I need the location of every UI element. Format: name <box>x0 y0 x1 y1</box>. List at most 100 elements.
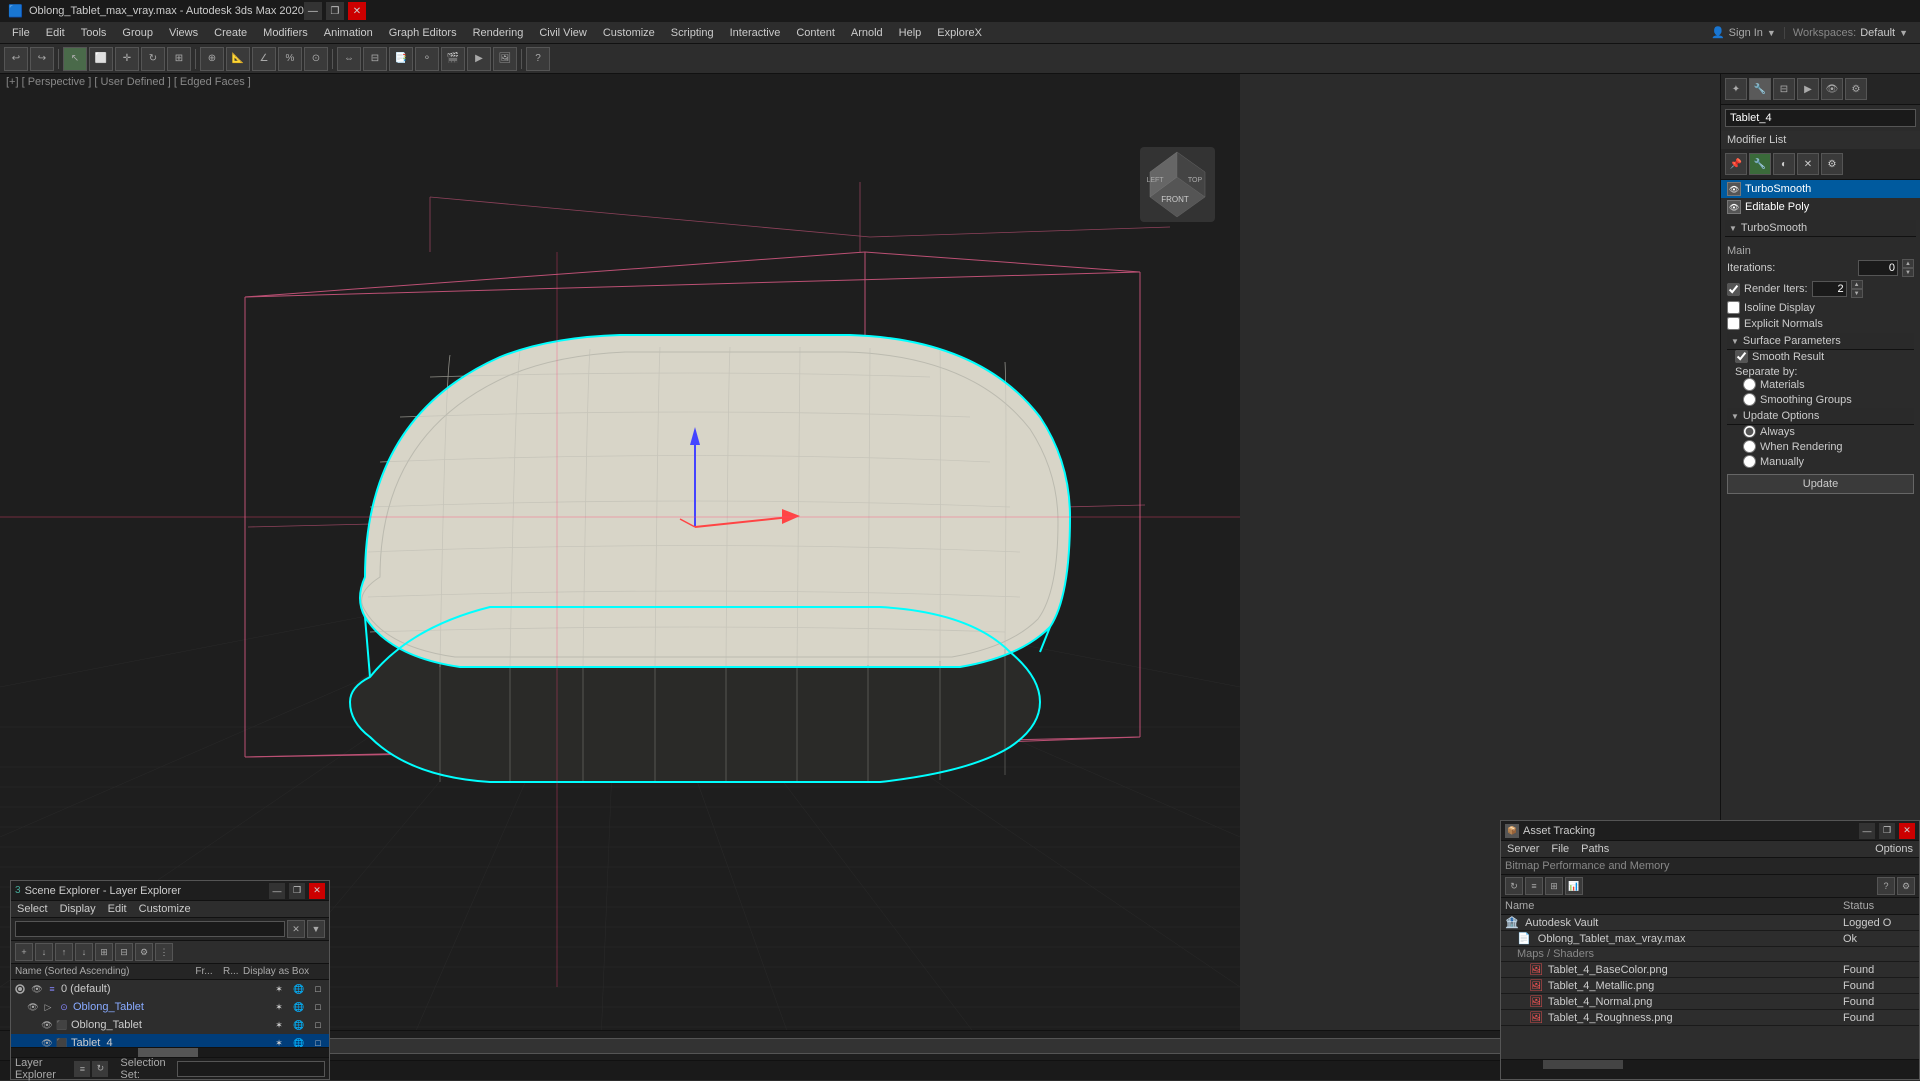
le-display-menu[interactable]: Display <box>54 902 102 916</box>
menu-customize[interactable]: Customize <box>595 25 663 41</box>
menu-group[interactable]: Group <box>114 25 161 41</box>
redo-button[interactable]: ↪ <box>30 47 54 71</box>
editable-poly-modifier[interactable]: 👁 Editable Poly <box>1721 198 1920 216</box>
when-rendering-radio[interactable] <box>1743 440 1756 453</box>
le-more-btn[interactable]: ⋮ <box>155 943 173 961</box>
workspaces-value[interactable]: Default <box>1860 27 1895 39</box>
signin-button[interactable]: Sign In <box>1729 27 1763 39</box>
menu-graph-editors[interactable]: Graph Editors <box>381 25 465 41</box>
layer-oblong-tablet-mesh[interactable]: 👁 ⬛ Oblong_Tablet ✶ 🌐 □ <box>11 1016 329 1034</box>
layer-view-btn[interactable]: ≡ <box>74 1061 90 1077</box>
menu-interactive[interactable]: Interactive <box>722 25 789 41</box>
col-name-header[interactable]: Name <box>1501 898 1839 915</box>
at-settings-btn[interactable]: ⚙ <box>1897 877 1915 895</box>
le-edit-menu[interactable]: Edit <box>102 902 133 916</box>
restore-button[interactable]: ❐ <box>326 2 344 20</box>
smooth-result-checkbox[interactable] <box>1735 350 1748 363</box>
layer-visibility[interactable]: 👁 <box>39 1020 55 1031</box>
asset-basecolor-row[interactable]: 🖼 Tablet_4_BaseColor.png Found <box>1501 962 1919 978</box>
layer-scrollbar-h[interactable] <box>11 1047 329 1057</box>
asset-vault-row[interactable]: 🏦 Autodesk Vault Logged O <box>1501 915 1919 931</box>
explicit-normals-checkbox[interactable] <box>1727 317 1740 330</box>
asset-maps-group-row[interactable]: Maps / Shaders <box>1501 947 1919 962</box>
layer-visibility[interactable]: 👁 <box>39 1038 55 1048</box>
menu-explorex[interactable]: ExploreX <box>929 25 990 41</box>
render-iters-up[interactable]: ▲ <box>1851 280 1863 289</box>
at-table-btn[interactable]: ⊞ <box>1545 877 1563 895</box>
menu-edit[interactable]: Edit <box>38 25 73 41</box>
at-file-menu[interactable]: File <box>1545 842 1575 856</box>
configure-modifier-button[interactable]: ⚙ <box>1821 153 1843 175</box>
render-setup-button[interactable]: 🎬 <box>441 47 465 71</box>
mirror-button[interactable]: ⇔ <box>337 47 361 71</box>
menu-animation[interactable]: Animation <box>316 25 381 41</box>
at-reload-btn[interactable]: ↻ <box>1505 877 1523 895</box>
rotate-button[interactable]: ↻ <box>141 47 165 71</box>
asset-tracking-minimize[interactable]: — <box>1859 823 1875 839</box>
display-panel-icon[interactable]: 👁 <box>1821 78 1843 100</box>
iterations-spinner[interactable]: ▲ ▼ <box>1902 259 1914 277</box>
help-button[interactable]: ? <box>526 47 550 71</box>
asset-tracking-close[interactable]: ✕ <box>1899 823 1915 839</box>
le-select-menu[interactable]: Select <box>11 902 54 916</box>
render-frame-button[interactable]: 🖼 <box>493 47 517 71</box>
material-editor-button[interactable]: ⚬ <box>415 47 439 71</box>
manually-radio[interactable] <box>1743 455 1756 468</box>
turbosmooth-modifier[interactable]: 👁 TurboSmooth <box>1721 180 1920 198</box>
menu-help[interactable]: Help <box>891 25 930 41</box>
menu-create[interactable]: Create <box>206 25 255 41</box>
col-fr-header[interactable]: Fr... <box>189 966 219 977</box>
col-r-header[interactable]: R... <box>219 966 239 977</box>
render-button[interactable]: ▶ <box>467 47 491 71</box>
col-status-header[interactable]: Status <box>1839 898 1919 915</box>
le-filter-btn[interactable]: ▼ <box>307 920 325 938</box>
layer-explorer-close[interactable]: ✕ <box>309 883 325 899</box>
col-display-header[interactable]: Display as Box <box>239 966 329 977</box>
le-collapse-btn[interactable]: ⊟ <box>115 943 133 961</box>
select-button[interactable]: ↖ <box>63 47 87 71</box>
hierarchy-panel-icon[interactable]: ⊟ <box>1773 78 1795 100</box>
signin-dropdown-icon[interactable]: ▼ <box>1767 28 1776 38</box>
always-radio[interactable] <box>1743 425 1756 438</box>
menu-scripting[interactable]: Scripting <box>663 25 722 41</box>
move-button[interactable]: ✛ <box>115 47 139 71</box>
angle-snap-button[interactable]: ∠ <box>252 47 276 71</box>
at-view-btn[interactable]: ≡ <box>1525 877 1543 895</box>
smoothing-groups-radio[interactable] <box>1743 393 1756 406</box>
le-add-selected-btn[interactable]: ↓ <box>35 943 53 961</box>
asset-roughness-row[interactable]: 🖼 Tablet_4_Roughness.png Found <box>1501 1010 1919 1026</box>
menu-file[interactable]: File <box>4 25 38 41</box>
menu-views[interactable]: Views <box>161 25 206 41</box>
workspaces-dropdown-icon[interactable]: ▼ <box>1899 28 1908 38</box>
scale-button[interactable]: ⊞ <box>167 47 191 71</box>
selection-set-input[interactable] <box>177 1061 325 1077</box>
asset-max-file-row[interactable]: 📄 Oblong_Tablet_max_vray.max Ok <box>1501 931 1919 947</box>
col-name-header[interactable]: Name (Sorted Ascending) <box>11 966 189 977</box>
reference-coord-button[interactable]: ⊕ <box>200 47 224 71</box>
menu-tools[interactable]: Tools <box>73 25 115 41</box>
minimize-button[interactable]: — <box>304 2 322 20</box>
turbosmooth-header[interactable]: TurboSmooth <box>1725 220 1916 237</box>
layer-0-default[interactable]: 👁 ≡ 0 (default) ✶ 🌐 □ <box>11 980 329 998</box>
le-move-down-btn[interactable]: ↓ <box>75 943 93 961</box>
layer-visibility[interactable]: 👁 <box>29 984 45 995</box>
undo-button[interactable]: ↩ <box>4 47 28 71</box>
pin-modifier-button[interactable]: 📌 <box>1725 153 1747 175</box>
modifier-panel-button[interactable]: 🔧 <box>1749 153 1771 175</box>
show-shaded-button[interactable]: ◐ <box>1773 153 1795 175</box>
at-help-btn[interactable]: ? <box>1877 877 1895 895</box>
update-options-header[interactable]: Update Options <box>1727 408 1914 425</box>
menu-rendering[interactable]: Rendering <box>465 25 532 41</box>
surface-params-header[interactable]: Surface Parameters <box>1727 333 1914 350</box>
asset-tracking-restore[interactable]: ❐ <box>1879 823 1895 839</box>
le-expand-btn[interactable]: ⊞ <box>95 943 113 961</box>
modifier-visibility-toggle[interactable]: 👁 <box>1727 200 1741 214</box>
render-iters-checkbox[interactable] <box>1727 283 1740 296</box>
close-button[interactable]: ✕ <box>348 2 366 20</box>
at-server-menu[interactable]: Server <box>1501 842 1545 856</box>
delete-modifier-button[interactable]: ✕ <box>1797 153 1819 175</box>
layer-manager-button[interactable]: 📑 <box>389 47 413 71</box>
snap-toggle-button[interactable]: 📐 <box>226 47 250 71</box>
percent-snap-button[interactable]: % <box>278 47 302 71</box>
motion-panel-icon[interactable]: ▶ <box>1797 78 1819 100</box>
